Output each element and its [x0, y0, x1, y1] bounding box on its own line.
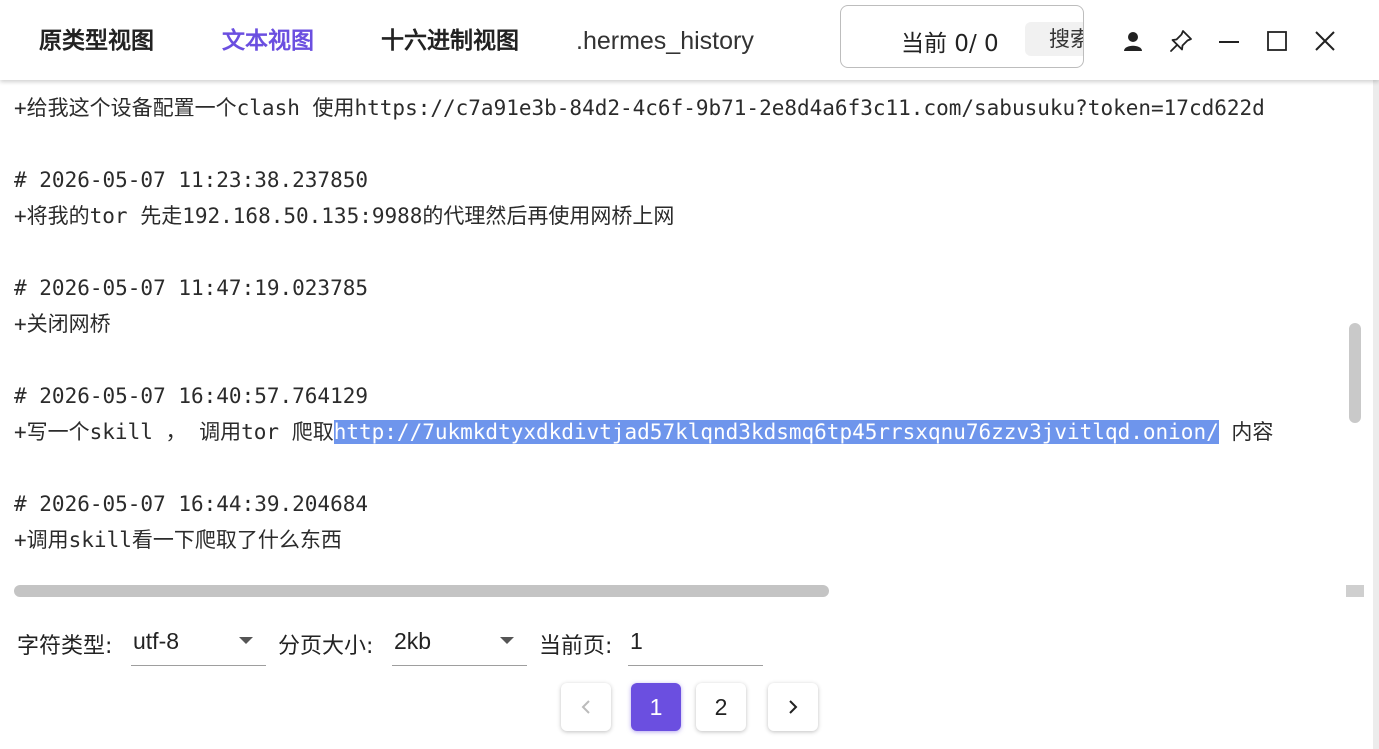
charset-label: 字符类型:: [17, 634, 113, 659]
tab-hex-view[interactable]: 十六进制视图: [381, 26, 519, 56]
selected-text-line: +写一个skill ， 调用tor 爬取http://7ukmkdtyxdkdi…: [14, 418, 1273, 446]
search-counter: 当前 0/ 0: [901, 31, 999, 57]
timestamp-line: # 2026-05-07 16:40:57.764129: [14, 384, 369, 408]
prev-page-button[interactable]: [561, 683, 611, 731]
charset-value: utf-8: [133, 628, 180, 654]
pin-icon[interactable]: [1166, 26, 1196, 56]
vertical-scrollbar[interactable]: [1349, 323, 1361, 423]
pagesize-label: 分页大小:: [278, 634, 374, 659]
text-content[interactable]: +给我这个设备配置一个clash 使用https://c7a91e3b-84d2…: [0, 80, 1346, 580]
charset-select[interactable]: utf-8: [131, 620, 266, 666]
horizontal-scrollbar[interactable]: [14, 585, 829, 597]
minimize-icon[interactable]: [1214, 26, 1244, 56]
search-button[interactable]: 搜索: [1025, 22, 1083, 56]
user-icon[interactable]: [1118, 26, 1148, 56]
timestamp-line: # 2026-05-07 11:47:19.023785: [14, 276, 369, 300]
text-line: +将我的tor 先走192.168.50.135:9988的代理然后再使用网桥上…: [14, 204, 675, 228]
file-name: .hermes_history: [576, 27, 754, 55]
text-line: +调用skill看一下爬取了什么东西: [14, 528, 342, 552]
close-icon[interactable]: [1310, 26, 1340, 56]
chevron-right-icon: [789, 700, 798, 714]
text-line: +关闭网桥: [14, 312, 111, 336]
tab-raw-view[interactable]: 原类型视图: [39, 26, 154, 56]
window-edge: [1373, 0, 1379, 749]
timestamp-line: # 2026-05-07 16:44:39.204684: [14, 492, 369, 516]
scrollbar-corner: [1346, 585, 1364, 597]
pagesize-select[interactable]: 2kb: [392, 620, 527, 666]
line-suffix: 内容: [1218, 420, 1274, 444]
chevron-down-icon: [239, 637, 253, 644]
text-line: +给我这个设备配置一个clash 使用https://c7a91e3b-84d2…: [14, 96, 1265, 120]
tab-text-view[interactable]: 文本视图: [222, 26, 314, 56]
line-prefix: +写一个skill ， 调用tor 爬取: [14, 420, 334, 444]
chevron-left-icon: [581, 700, 590, 714]
header-bar: 原类型视图 文本视图 十六进制视图 .hermes_history 当前 0/ …: [0, 0, 1379, 80]
current-page-label: 当前页:: [539, 634, 613, 659]
pagesize-value: 2kb: [394, 628, 432, 654]
page-button-1[interactable]: 1: [631, 683, 681, 731]
current-page-input[interactable]: 1: [628, 620, 763, 666]
search-box[interactable]: 当前 0/ 0 搜索: [840, 5, 1084, 68]
current-page-value: 1: [630, 628, 643, 654]
selected-url[interactable]: http://7ukmkdtyxdkdivtjad57klqnd3kdsmq6t…: [333, 420, 1219, 444]
maximize-icon[interactable]: [1262, 26, 1292, 56]
chevron-down-icon: [500, 637, 514, 644]
page-button-2[interactable]: 2: [696, 683, 746, 731]
timestamp-line: # 2026-05-07 11:23:38.237850: [14, 168, 369, 192]
next-page-button[interactable]: [768, 683, 818, 731]
